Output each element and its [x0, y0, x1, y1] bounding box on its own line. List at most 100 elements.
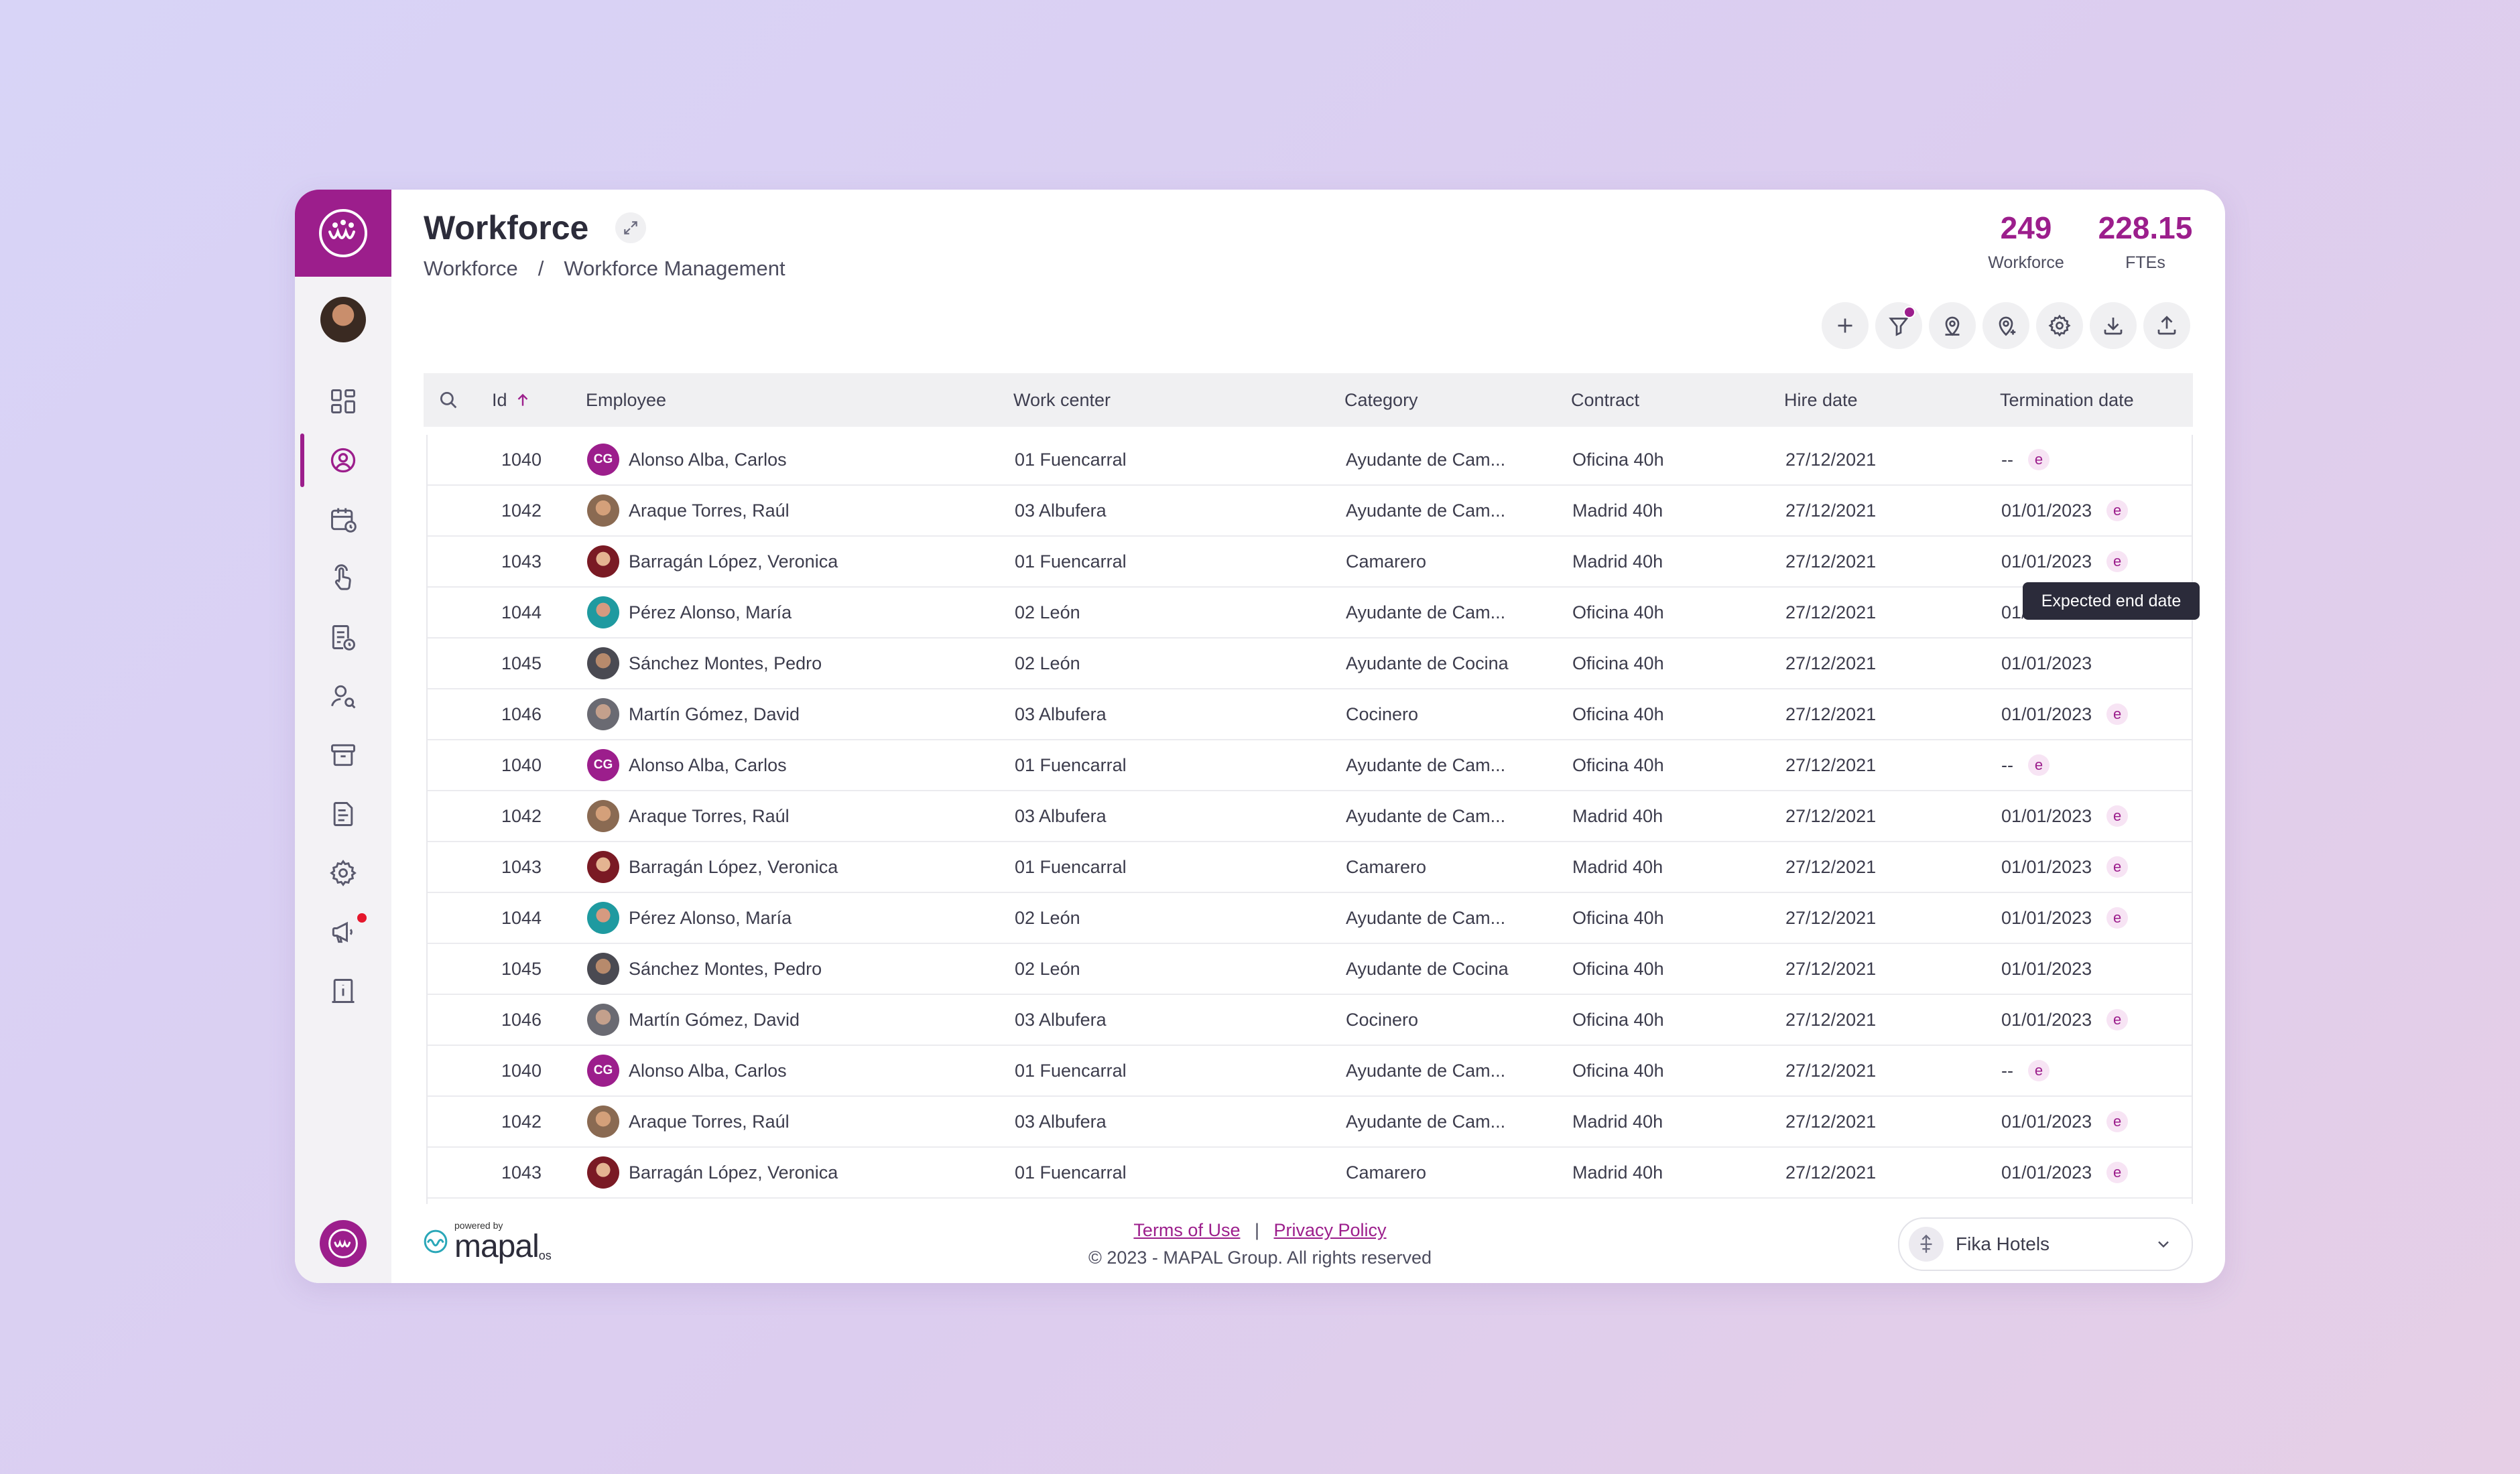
cell-contract-text: Madrid 40h	[1572, 856, 1663, 877]
table-row[interactable]: 1040 CG Alonso Alba, Carlos 01 Fuencarral Ay…	[428, 1046, 2192, 1097]
filter-button[interactable]	[1875, 302, 1922, 349]
table-row[interactable]: 1043 Barragán López, Veronica 01 Fuencarra…	[428, 842, 2192, 893]
cell-id: 1043	[501, 1148, 542, 1197]
cell-hire-date: 27/12/2021	[1785, 893, 1876, 943]
sidebar-item-recruitment[interactable]	[295, 667, 391, 726]
cell-employee[interactable]: Pérez Alonso, María	[587, 893, 792, 943]
user-avatar[interactable]	[320, 297, 366, 342]
table-row[interactable]: 1040 CG Alonso Alba, Carlos 01 Fuencarral Ay…	[428, 435, 2192, 486]
app-logo[interactable]	[295, 190, 391, 277]
expected-end-date-badge[interactable]: e	[2106, 1162, 2129, 1183]
sidebar-nav	[295, 372, 391, 1020]
sidebar-item-dashboard[interactable]	[295, 372, 391, 431]
column-header-work-center[interactable]: Work center	[1013, 373, 1111, 427]
cell-employee[interactable]: Martín Gómez, David	[587, 689, 800, 739]
cell-employee[interactable]: Araque Torres, Raúl	[587, 486, 790, 535]
expected-end-date-badge[interactable]: e	[2106, 1009, 2129, 1030]
privacy-link[interactable]: Privacy Policy	[1274, 1220, 1387, 1240]
table-row[interactable]: 1046 Martín Gómez, David 03 Albufera Cocine…	[428, 995, 2192, 1046]
cell-termination-date-text: 01/01/2023	[2001, 551, 2092, 572]
sidebar-item-announcements[interactable]	[295, 902, 391, 961]
column-header-employee[interactable]: Employee	[586, 373, 666, 427]
sidebar-item-workforce[interactable]	[295, 431, 391, 490]
cell-employee[interactable]: CG Alonso Alba, Carlos	[587, 1046, 787, 1095]
table-row[interactable]: 1044 Pérez Alonso, María 02 León Ayudante d…	[428, 588, 2192, 639]
cell-employee[interactable]: Sánchez Montes, Pedro	[587, 639, 822, 688]
settings-button[interactable]	[2036, 302, 2083, 349]
column-header-category[interactable]: Category	[1344, 373, 1418, 427]
cell-hire-date: 27/12/2021	[1785, 1046, 1876, 1095]
table-search-button[interactable]	[437, 373, 460, 427]
cell-id: 1045	[501, 639, 542, 688]
expected-end-date-badge[interactable]: e	[2106, 551, 2129, 572]
app-logo-icon	[319, 209, 367, 257]
cell-termination-date: 01/01/2023	[2001, 944, 2092, 994]
company-selector[interactable]: Fika Hotels	[1898, 1217, 2193, 1271]
cell-hire-date: 27/12/2021	[1785, 944, 1876, 994]
expected-end-date-badge[interactable]: e	[2106, 805, 2129, 827]
download-button[interactable]	[2090, 302, 2137, 349]
cell-hire-date: 27/12/2021	[1785, 995, 1876, 1045]
cell-termination-date-text: 01/01/2023	[2001, 805, 2092, 826]
location-add-button[interactable]	[1982, 302, 2029, 349]
expected-end-date-badge[interactable]: e	[2106, 704, 2129, 725]
employee-name: Alonso Alba, Carlos	[629, 754, 787, 775]
cell-employee[interactable]: CG Alonso Alba, Carlos	[587, 435, 787, 484]
breadcrumb-root[interactable]: Workforce	[424, 257, 518, 281]
cell-id-text: 1044	[501, 602, 542, 622]
table-row[interactable]: 1046 Martín Gómez, David 03 Albufera Cocine…	[428, 689, 2192, 740]
cell-hire-date-text: 27/12/2021	[1785, 805, 1877, 826]
upload-button[interactable]	[2143, 302, 2190, 349]
sidebar-item-settings[interactable]	[295, 844, 391, 902]
cell-employee[interactable]: Barragán López, Veronica	[587, 1148, 838, 1197]
column-header-termination-date[interactable]: Termination date	[2000, 373, 2134, 427]
cell-employee[interactable]: CG Alonso Alba, Carlos	[587, 740, 787, 790]
expected-end-date-badge[interactable]: e	[2027, 449, 2050, 470]
table-row[interactable]: 1042 Araque Torres, Raúl 03 Albufera Ayudan…	[428, 486, 2192, 537]
employee-avatar	[587, 1004, 619, 1036]
column-label: Id	[492, 389, 507, 410]
company-dropdown[interactable]	[2154, 1235, 2173, 1254]
sidebar-item-archive[interactable]	[295, 726, 391, 785]
stat-ftes: 228.15 FTEs	[2095, 211, 2196, 273]
cell-employee[interactable]: Sánchez Montes, Pedro	[587, 944, 822, 994]
upload-icon	[2157, 316, 2176, 335]
expected-end-date-badge[interactable]: e	[2106, 856, 2129, 878]
column-header-hire-date[interactable]: Hire date	[1784, 373, 1858, 427]
expected-end-date-badge[interactable]: e	[2106, 1111, 2129, 1132]
cell-employee[interactable]: Barragán López, Veronica	[587, 537, 838, 586]
expected-end-date-badge[interactable]: e	[2106, 907, 2129, 929]
column-header-contract[interactable]: Contract	[1571, 373, 1639, 427]
chevron-down-icon	[2158, 1241, 2169, 1248]
sidebar-item-clock-in[interactable]	[295, 549, 391, 608]
sidebar-item-calendar[interactable]	[295, 490, 391, 549]
table-row[interactable]: 1040 CG Alonso Alba, Carlos 01 Fuencarral Ay…	[428, 740, 2192, 791]
cell-employee[interactable]: Martín Gómez, David	[587, 995, 800, 1045]
cell-employee[interactable]: Araque Torres, Raúl	[587, 1097, 790, 1146]
table-row[interactable]: 1044 Pérez Alonso, María 02 León Ayudante d…	[428, 893, 2192, 944]
column-header-id[interactable]: Id	[492, 373, 531, 427]
expand-button[interactable]	[615, 212, 646, 243]
sidebar-item-reports[interactable]	[295, 785, 391, 844]
expected-end-date-badge[interactable]: e	[2106, 500, 2129, 521]
expected-end-date-badge[interactable]: e	[2027, 754, 2050, 776]
cell-hire-date-text: 27/12/2021	[1785, 1111, 1877, 1132]
location-button[interactable]	[1929, 302, 1976, 349]
table-row[interactable]: 1045 Sánchez Montes, Pedro 02 León Ayudante…	[428, 944, 2192, 995]
cell-employee[interactable]: Barragán López, Veronica	[587, 842, 838, 892]
sidebar-item-info[interactable]	[295, 961, 391, 1020]
table-row[interactable]: 1042 Araque Torres, Raúl 03 Albufera Ayudan…	[428, 1097, 2192, 1148]
table-row[interactable]: 1042 Araque Torres, Raúl 03 Albufera Ayudan…	[428, 791, 2192, 842]
cell-work-center-text: 03 Albufera	[1015, 500, 1107, 521]
expected-end-date-badge[interactable]: e	[2027, 1060, 2050, 1081]
table-row[interactable]: 1045 Sánchez Montes, Pedro 02 León Ayudante…	[428, 639, 2192, 689]
table-row[interactable]: 1043 Barragán López, Veronica 01 Fuencarra…	[428, 537, 2192, 588]
table-row[interactable]: 1043 Barragán López, Veronica 01 Fuencarra…	[428, 1148, 2192, 1199]
terms-link[interactable]: Terms of Use	[1133, 1220, 1240, 1240]
sidebar-item-documents[interactable]	[295, 608, 391, 667]
cell-work-center-text: 03 Albufera	[1015, 1111, 1107, 1132]
cell-work-center-text: 01 Fuencarral	[1015, 1060, 1127, 1081]
cell-employee[interactable]: Pérez Alonso, María	[587, 588, 792, 637]
cell-employee[interactable]: Araque Torres, Raúl	[587, 791, 790, 841]
add-button[interactable]	[1822, 302, 1869, 349]
